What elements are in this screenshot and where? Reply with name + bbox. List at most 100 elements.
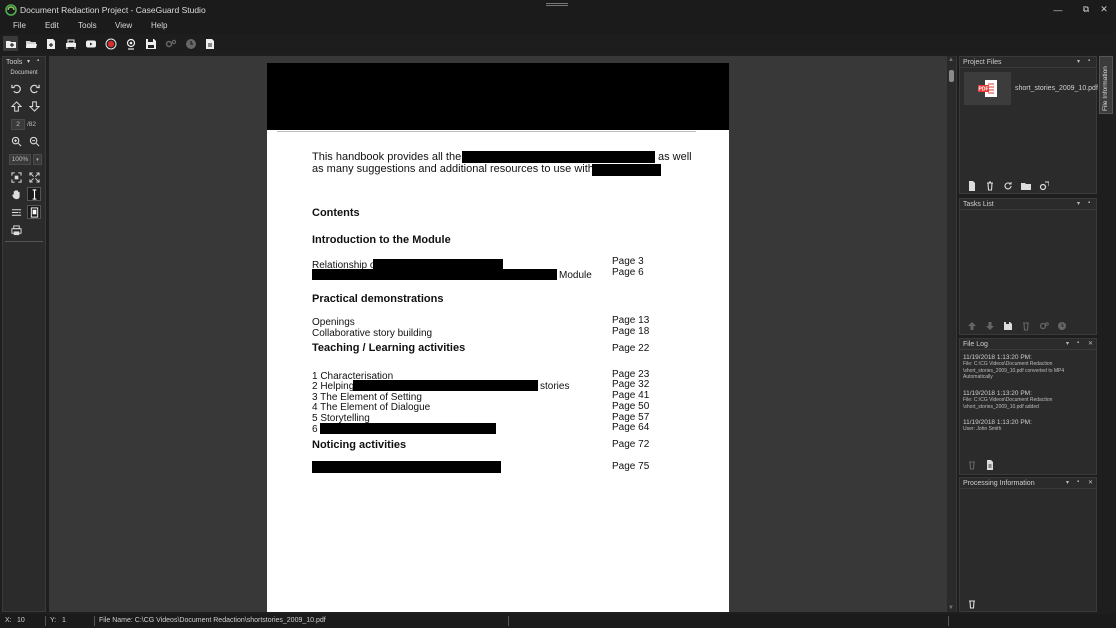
- log-entry: 11/19/2018 1:13:20 PM: User: John Smith: [963, 419, 1095, 433]
- file-information-tab[interactable]: File Information: [1099, 56, 1113, 114]
- delete-task-button[interactable]: [1018, 320, 1033, 332]
- main-toolbar: [0, 34, 1116, 53]
- redaction-box[interactable]: [353, 380, 538, 391]
- youtube-button[interactable]: [83, 36, 98, 51]
- move-task-up-button[interactable]: [964, 320, 979, 332]
- window-title: Document Redaction Project - CaseGuard S…: [20, 4, 206, 15]
- toc-item-text: 6: [312, 424, 318, 435]
- panel-pin-icon[interactable]: ▪: [1088, 58, 1090, 64]
- minimize-button[interactable]: —: [1048, 0, 1068, 19]
- menu-help[interactable]: Help: [151, 21, 167, 30]
- page-total-label: /82: [27, 121, 37, 128]
- toc-item-text: Module: [559, 270, 592, 281]
- document-page[interactable]: This handbook provides all the as well a…: [267, 63, 729, 612]
- viewer-scrollbar[interactable]: ▲ ▼: [947, 56, 956, 612]
- redaction-box[interactable]: [592, 164, 661, 176]
- scroll-up-arrow-icon[interactable]: ▲: [948, 57, 954, 63]
- scanner-button[interactable]: [63, 36, 78, 51]
- zoom-level-input[interactable]: 100%: [9, 154, 31, 165]
- add-file-button[interactable]: [964, 180, 979, 192]
- file-properties-button[interactable]: [1036, 180, 1051, 192]
- save-task-button[interactable]: [1000, 320, 1015, 332]
- settings-button[interactable]: [163, 36, 178, 51]
- menu-file[interactable]: File: [13, 21, 26, 30]
- redaction-box[interactable]: [312, 461, 501, 473]
- page-icon: [30, 206, 38, 218]
- task-schedule-button[interactable]: [1054, 320, 1069, 332]
- tools-pin-icon[interactable]: ▪: [37, 58, 39, 64]
- toc-page-number: Page 18: [612, 326, 650, 337]
- open-folder-button[interactable]: [1018, 180, 1033, 192]
- restore-button[interactable]: ⧉: [1076, 0, 1096, 19]
- schedule-button[interactable]: [183, 36, 198, 51]
- panel-pin-icon[interactable]: ▪: [1088, 200, 1090, 206]
- toc-page-number: Page 3: [612, 256, 644, 267]
- next-page-button[interactable]: [27, 99, 41, 113]
- panel-menu-icon[interactable]: ▾: [1066, 479, 1069, 486]
- page-redaction-tool-button[interactable]: [27, 205, 41, 219]
- menu-edit[interactable]: Edit: [45, 21, 59, 30]
- redo-button[interactable]: [27, 81, 41, 95]
- log-entry: 11/19/2018 1:13:20 PM: File: C:\CG Video…: [963, 354, 1095, 381]
- clear-processing-button[interactable]: [964, 598, 979, 610]
- panel-pin-icon[interactable]: ▪: [1077, 340, 1079, 346]
- record-button[interactable]: [103, 36, 118, 51]
- menu-tools[interactable]: Tools: [78, 21, 97, 30]
- tools-section-label: Document: [10, 70, 38, 76]
- previous-page-button[interactable]: [9, 99, 23, 113]
- fit-width-button[interactable]: [9, 170, 23, 184]
- project-file-name[interactable]: short_stories_2009_10.pdf: [1015, 85, 1098, 92]
- toc-page-number: Page 6: [612, 267, 644, 278]
- new-project-button[interactable]: [3, 36, 18, 51]
- log-message-line: Automatically: [963, 374, 993, 380]
- scroll-down-arrow-icon[interactable]: ▼: [948, 605, 954, 611]
- refresh-button[interactable]: [1000, 180, 1015, 192]
- redaction-box[interactable]: [320, 423, 496, 434]
- folder-open-icon: [25, 40, 37, 48]
- save-button[interactable]: [143, 36, 158, 51]
- toc-page-number: Page 64: [612, 422, 650, 433]
- panel-menu-icon[interactable]: ▾: [1066, 340, 1069, 347]
- zoom-dropdown-button[interactable]: ▾: [33, 154, 42, 165]
- panel-close-icon[interactable]: ✕: [1088, 479, 1093, 486]
- pan-tool-button[interactable]: [9, 187, 23, 201]
- menu-view[interactable]: View: [115, 21, 132, 30]
- zoom-out-button[interactable]: [27, 134, 41, 148]
- open-folder-button[interactable]: [23, 36, 38, 51]
- hand-icon: [11, 189, 20, 199]
- add-file-button[interactable]: [43, 36, 58, 51]
- text-lines-tool-button[interactable]: [9, 205, 23, 219]
- text-select-tool-button[interactable]: [27, 187, 41, 201]
- export-pdf-button[interactable]: [202, 36, 217, 51]
- zoom-in-button[interactable]: [9, 134, 23, 148]
- gear-file-icon: [1039, 181, 1049, 191]
- file-thumbnail[interactable]: PDF: [964, 72, 1011, 105]
- delete-file-button[interactable]: [982, 180, 997, 192]
- panel-menu-icon[interactable]: ▾: [1077, 200, 1080, 207]
- panel-pin-icon[interactable]: ▪: [1077, 479, 1079, 485]
- move-task-down-button[interactable]: [982, 320, 997, 332]
- webcam-button[interactable]: [123, 36, 138, 51]
- status-separator: [948, 616, 949, 626]
- redaction-box[interactable]: [462, 151, 655, 163]
- print-button[interactable]: [9, 223, 23, 237]
- panel-menu-icon[interactable]: ▾: [1077, 58, 1080, 65]
- task-settings-button[interactable]: [1036, 320, 1051, 332]
- export-log-button[interactable]: [982, 459, 997, 471]
- page-number-input[interactable]: 2: [11, 119, 25, 130]
- tools-dropdown-icon[interactable]: ▾: [27, 58, 30, 65]
- undo-button[interactable]: [9, 81, 23, 95]
- redaction-box[interactable]: [312, 269, 557, 280]
- record-icon: [105, 38, 116, 49]
- fullscreen-button[interactable]: [27, 170, 41, 184]
- clear-log-button[interactable]: [964, 459, 979, 471]
- tasks-list-panel: Tasks List ▾ ▪: [959, 198, 1097, 335]
- panel-close-icon[interactable]: ✕: [1088, 340, 1093, 347]
- close-button[interactable]: ✕: [1094, 0, 1114, 19]
- document-viewer[interactable]: This handbook provides all the as well a…: [49, 56, 957, 612]
- project-files-toolbar: [964, 180, 1054, 192]
- title-grip-handle[interactable]: [546, 3, 568, 6]
- tools-panel-header: Tools ▾ ▪: [3, 57, 45, 68]
- scrollbar-thumb[interactable]: [949, 70, 954, 82]
- trash-icon: [1022, 322, 1029, 331]
